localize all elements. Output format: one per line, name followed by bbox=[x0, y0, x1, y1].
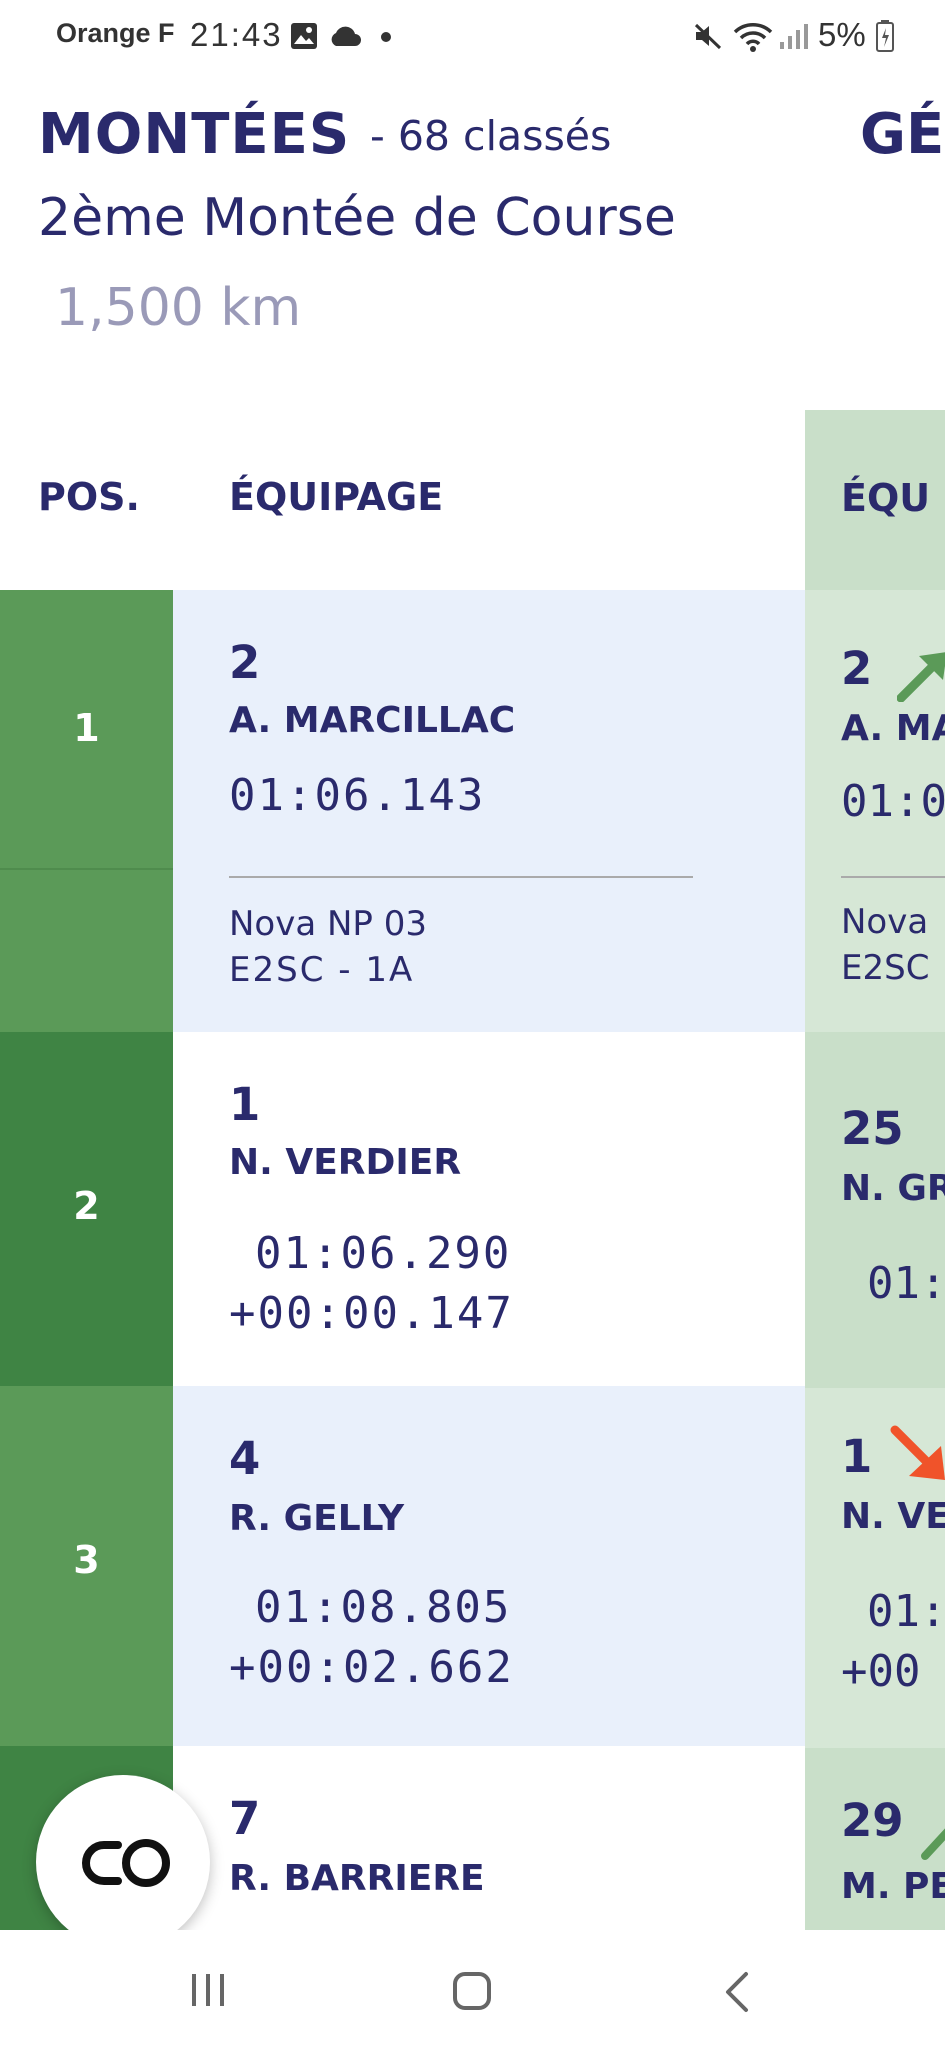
crew-gap: +00 bbox=[841, 1646, 921, 1697]
ranking-row-1[interactable]: 1 2 A. MARCILLAC 01:06.143 Nova NP 03 E2… bbox=[0, 590, 805, 1032]
trend-up-icon bbox=[897, 652, 945, 702]
crew-column-header: ÉQUIPAGE bbox=[229, 475, 444, 519]
crew-number: 25 bbox=[841, 1102, 904, 1155]
system-nav-bar bbox=[0, 1930, 945, 2048]
right-row-3[interactable]: 1 N. VE 01: +00 bbox=[805, 1388, 945, 1748]
crew-cell: 2 A. MARCILLAC 01:06.143 Nova NP 03 E2SC… bbox=[173, 590, 805, 1032]
crew-gap: +00:02.662 bbox=[229, 1642, 514, 1693]
stage-distance: 1,500 km bbox=[55, 278, 302, 338]
crew-name: M. PE bbox=[841, 1866, 945, 1907]
pos-column-header: POS. bbox=[38, 475, 140, 519]
position-number: 3 bbox=[73, 1538, 100, 1582]
crew-time: 01:08.805 bbox=[255, 1582, 512, 1633]
stage-subtitle: 2ème Montée de Course bbox=[38, 188, 676, 248]
battery-percent: 5% bbox=[818, 16, 866, 53]
wifi-icon bbox=[733, 23, 773, 52]
crew-cell: 1 N. VERDIER 01:06.290 +00:00.147 bbox=[173, 1032, 805, 1386]
next-column-title: GÉ bbox=[860, 102, 945, 167]
home-icon[interactable] bbox=[451, 1970, 493, 2012]
position-number: 1 bbox=[73, 706, 100, 750]
car-model: Nova NP 03 bbox=[229, 904, 428, 944]
position-cell: 2 bbox=[0, 1032, 173, 1386]
status-bar: Orange F 21:43 5% bbox=[0, 0, 945, 70]
car-category: E2SC bbox=[841, 948, 930, 988]
trend-down-icon bbox=[890, 1425, 945, 1480]
crew-cell: 4 R. GELLY 01:08.805 +00:02.662 bbox=[173, 1386, 805, 1746]
crew-time: 01:06.143 bbox=[229, 770, 486, 821]
right-row-2[interactable]: 25 N. GR 01: bbox=[805, 1032, 945, 1388]
car-model: Nova bbox=[841, 902, 929, 942]
position-cell: 3 bbox=[0, 1386, 173, 1746]
right-row-1[interactable]: 2 A. MA 01:0 Nova E2SC bbox=[805, 590, 945, 1032]
crew-name: R. BARRIERE bbox=[229, 1858, 485, 1899]
crew-name: A. MA bbox=[841, 708, 945, 749]
crew-number: 2 bbox=[229, 636, 261, 689]
clock: 21:43 bbox=[190, 16, 283, 53]
right-column-header: ÉQU bbox=[841, 476, 931, 520]
recent-apps-icon[interactable] bbox=[188, 1972, 228, 2008]
right-row-4[interactable]: 29 M. PE bbox=[805, 1748, 945, 1930]
crew-time: 01:06.290 bbox=[255, 1228, 512, 1279]
ranking-row-2[interactable]: 2 1 N. VERDIER 01:06.290 +00:00.147 bbox=[0, 1032, 805, 1386]
gallery-icon bbox=[291, 23, 317, 49]
car-category: E2SC - 1A bbox=[229, 950, 415, 990]
row-divider bbox=[229, 876, 693, 878]
crew-number: 7 bbox=[229, 1792, 261, 1845]
crew-number: 1 bbox=[841, 1430, 873, 1483]
crew-cell: 7 R. BARRIERE bbox=[173, 1746, 805, 1930]
position-number: 2 bbox=[73, 1184, 100, 1228]
link-icon bbox=[82, 1839, 170, 1887]
crew-number: 2 bbox=[841, 642, 873, 695]
back-icon[interactable] bbox=[722, 1970, 752, 2014]
crew-number: 4 bbox=[229, 1432, 261, 1485]
crew-name: N. GR bbox=[841, 1168, 945, 1209]
crew-name: N. VERDIER bbox=[229, 1142, 462, 1183]
trend-up-icon bbox=[921, 1828, 945, 1860]
crew-name: N. VE bbox=[841, 1496, 945, 1537]
ranking-row-3[interactable]: 3 4 R. GELLY 01:08.805 +00:02.662 bbox=[0, 1386, 805, 1746]
crew-time: 01: bbox=[867, 1586, 945, 1637]
crew-time: 01:0 bbox=[841, 776, 945, 827]
signal-icon bbox=[780, 24, 808, 49]
crew-name: A. MARCILLAC bbox=[229, 700, 516, 741]
general-classification-column[interactable]: ÉQU 2 A. MA 01:0 Nova E2SC 25 N. GR 01: … bbox=[805, 410, 945, 1930]
crew-number: 1 bbox=[229, 1078, 261, 1131]
row-divider bbox=[841, 876, 945, 878]
cloud-icon bbox=[331, 26, 361, 46]
link-button[interactable] bbox=[36, 1775, 210, 1949]
position-divider bbox=[0, 868, 173, 870]
crew-gap: +00:00.147 bbox=[229, 1288, 514, 1339]
crew-time: 01: bbox=[867, 1258, 945, 1309]
page-title: MONTÉES bbox=[38, 102, 351, 167]
crew-name: R. GELLY bbox=[229, 1498, 405, 1539]
classified-count: - 68 classés bbox=[370, 112, 612, 160]
dot-icon bbox=[381, 32, 391, 42]
carrier-label: Orange F bbox=[56, 18, 175, 48]
mute-icon bbox=[694, 23, 722, 50]
position-cell: 1 bbox=[0, 590, 173, 1032]
crew-number: 29 bbox=[841, 1794, 904, 1847]
battery-icon bbox=[876, 20, 894, 52]
